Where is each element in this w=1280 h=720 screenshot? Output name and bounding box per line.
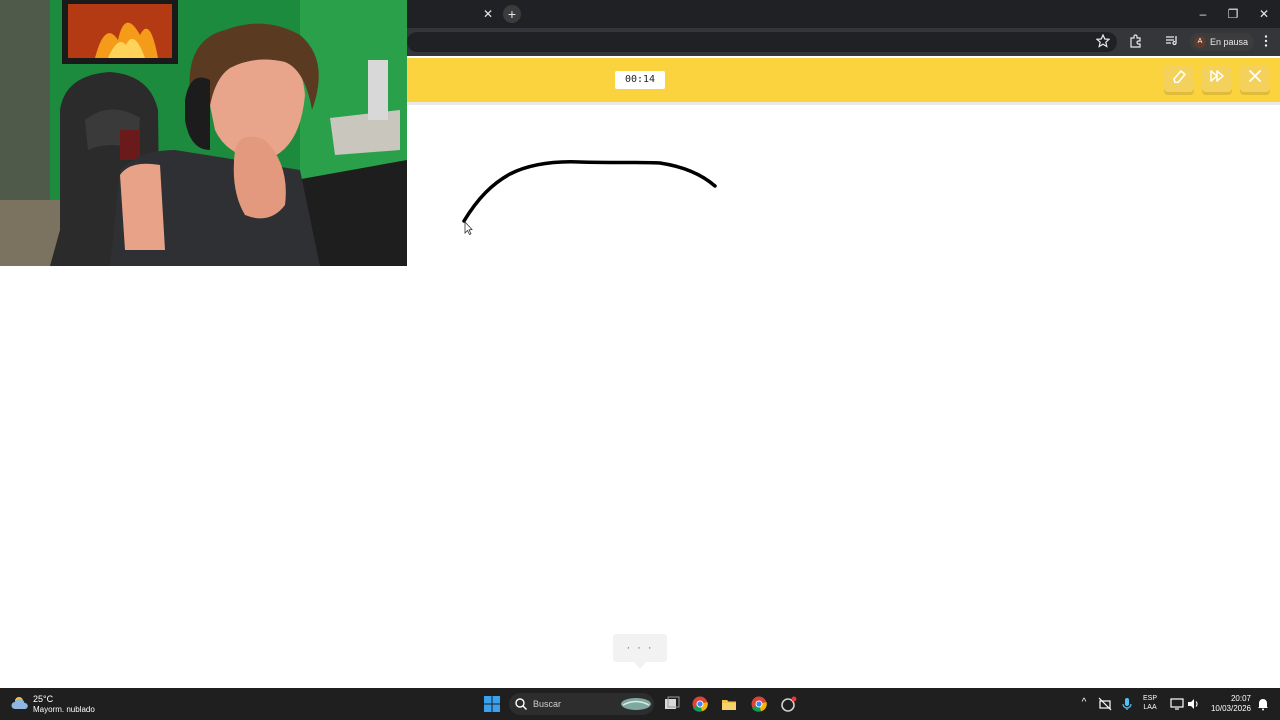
clock-date: 10/03/2026	[1210, 704, 1251, 713]
windows-start-icon[interactable]	[484, 696, 500, 712]
more-options-bubble[interactable]: · · ·	[613, 634, 667, 662]
webcam-video-frame	[0, 0, 407, 266]
notifications-bell-icon[interactable]	[1256, 697, 1272, 713]
cloudy-weather-icon[interactable]	[11, 694, 29, 712]
show-hidden-icons-chevron-icon[interactable]: ^	[1077, 697, 1091, 708]
search-icon	[514, 697, 530, 713]
microphone-icon[interactable]	[1120, 697, 1136, 713]
display-icon[interactable]	[1170, 697, 1186, 713]
network-disabled-icon[interactable]	[1098, 697, 1114, 713]
task-view-icon[interactable]	[664, 696, 680, 712]
weather-description: Mayorm. nublado	[33, 705, 95, 714]
bubble-tail	[634, 662, 646, 669]
clock-time: 20:07	[1230, 694, 1251, 703]
webcam-overlay	[0, 0, 407, 266]
taskbar-search-label: Buscar	[533, 699, 562, 709]
input-language-indicator[interactable]: ESP LAA	[1143, 694, 1157, 712]
chrome-active-icon[interactable]	[751, 696, 767, 712]
language-code: ESP	[1143, 695, 1158, 702]
volume-icon[interactable]	[1186, 697, 1202, 713]
weather-temperature: 25°C	[33, 694, 54, 704]
chrome-icon[interactable]	[692, 696, 708, 712]
mouse-cursor-icon	[464, 220, 473, 236]
keyboard-layout-code: LAA	[1143, 704, 1157, 711]
file-explorer-icon[interactable]	[721, 696, 737, 712]
app-with-notification-icon[interactable]	[780, 696, 797, 712]
taskbar-clock[interactable]: 20:07 10/03/2026	[1205, 694, 1251, 714]
search-highlight-image-icon	[620, 696, 652, 712]
